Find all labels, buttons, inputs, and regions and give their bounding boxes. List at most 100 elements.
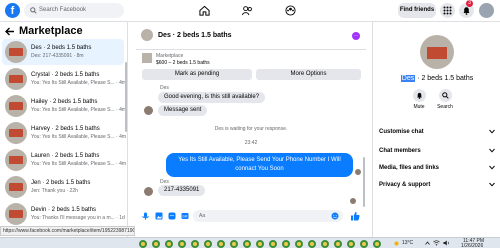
grid-menu-icon (443, 6, 452, 15)
thumbs-up-icon[interactable] (350, 211, 360, 221)
chevron-down-icon (489, 165, 495, 170)
timestamp-divider: 23:42 (244, 140, 258, 146)
message-input-placeholder: Aa (199, 213, 206, 219)
media-files-links-row[interactable]: Media, files and links (379, 165, 495, 171)
taskbar-app-icon[interactable] (334, 240, 342, 248)
incoming-message[interactable]: 217-4335091 (158, 185, 206, 196)
search-placeholder: Search Facebook (39, 7, 87, 13)
gif-icon[interactable]: GIF (181, 212, 189, 220)
taskbar-app-icon[interactable] (243, 240, 251, 248)
listing-thumbnail[interactable] (142, 53, 152, 63)
chat-members-label: Chat members (379, 148, 421, 154)
taskbar-app-icon[interactable] (217, 240, 225, 248)
conversation-item-crystal[interactable]: Crystal · 2 beds 1.5 baths You: Yes Its … (2, 66, 126, 92)
facebook-logo-icon[interactable]: f (5, 3, 20, 18)
taskbar-app-icon[interactable] (178, 240, 186, 248)
conversation-preview: You: Yes Its Still Available, Please S..… (31, 107, 127, 113)
taskbar-app-icon[interactable] (282, 240, 290, 248)
conversation-item-lauren[interactable]: Lauren · 2 beds 1.5 baths You: Yes Its S… (2, 147, 127, 173)
taskbar-app-icon[interactable] (373, 240, 381, 248)
weather-temperature[interactable]: 13°C (402, 240, 413, 246)
info-title: Des · 2 beds 1.5 baths (373, 75, 500, 82)
emoji-icon[interactable] (331, 212, 339, 220)
chevron-down-icon (489, 129, 495, 134)
listing-thumbnail (5, 41, 27, 63)
taskbar-app-icon[interactable] (165, 240, 173, 248)
weather-sun-icon (394, 241, 399, 246)
listing-avatar[interactable] (420, 35, 454, 69)
conversation-item-des[interactable]: Des · 2 beds 1.5 baths Des: 217-4335091 … (2, 39, 124, 65)
conversation-item-harvey[interactable]: Harvey · 2 beds 1.5 baths You: Yes Its S… (2, 120, 127, 146)
image-icon[interactable] (155, 212, 163, 220)
more-options-button[interactable]: More Options (256, 69, 361, 80)
conversation-item-jen[interactable]: Jen · 2 beds 1.5 baths Jen: Thank you · … (2, 174, 124, 200)
find-friends-button[interactable]: Find friends (398, 3, 436, 18)
chat-options-icon[interactable]: ⋯ (352, 32, 360, 40)
taskbar-app-icon[interactable] (321, 240, 329, 248)
chevron-down-icon (489, 182, 495, 187)
conversation-preview: You: Yes Its Still Available, Please S..… (31, 134, 127, 140)
outgoing-message[interactable]: Yes Its Still Available, Please Send You… (166, 153, 353, 177)
customise-chat-row[interactable]: Customise chat (379, 129, 495, 135)
search-facebook-input[interactable]: Search Facebook (24, 3, 124, 18)
conversation-item-hailey[interactable]: Hailey · 2 beds 1.5 baths You: Yes Its S… (2, 93, 127, 119)
read-receipt-avatar (355, 169, 361, 175)
home-icon[interactable] (199, 5, 210, 16)
conversation-name: Crystal · 2 beds 1.5 baths (31, 72, 100, 78)
chat-avatar[interactable] (141, 29, 153, 41)
chat-scrollbar[interactable] (363, 157, 365, 207)
listing-source: Marketplace (156, 53, 184, 59)
taskbar-app-icon[interactable] (360, 240, 368, 248)
conversation-preview: Jen: Thank you · 22h (31, 188, 78, 194)
taskbar-app-icon[interactable] (152, 240, 160, 248)
clock-date[interactable]: 1/26/2026 (461, 243, 483, 249)
message-sender: Des (160, 85, 169, 91)
listing-price[interactable]: $600 – 2 beds 1.5 baths (156, 60, 210, 66)
message-input[interactable]: Aa (193, 210, 343, 222)
sticker-icon[interactable] (168, 212, 176, 220)
taskbar-app-icon[interactable] (230, 240, 238, 248)
sidebar-scrollbar[interactable] (125, 62, 127, 132)
chevron-up-icon[interactable] (425, 241, 430, 245)
taskbar-app-icon[interactable] (256, 240, 264, 248)
privacy-support-row[interactable]: Privacy & support (379, 182, 495, 188)
conversation-item-devin[interactable]: Devin · 2 beds 1.5 baths You: Thanks I'l… (2, 201, 125, 227)
listing-thumbnail (5, 149, 27, 171)
search-icon (441, 92, 449, 99)
conversation-name: Hailey · 2 beds 1.5 baths (31, 99, 98, 105)
chat-members-row[interactable]: Chat members (379, 148, 495, 154)
search-in-conversation-button[interactable]: Search (435, 89, 455, 110)
search-icon (30, 7, 37, 14)
conversation-preview: You: Yes Its Still Available, Please S..… (31, 161, 127, 167)
incoming-message[interactable]: Message sent (158, 105, 208, 116)
privacy-support-label: Privacy & support (379, 182, 431, 188)
listing-thumbnail (5, 68, 27, 90)
mark-as-pending-button[interactable]: Mark as pending (142, 69, 252, 80)
taskbar-app-icon[interactable] (347, 240, 355, 248)
taskbar-app-icon[interactable] (295, 240, 303, 248)
conversation-preview: Des: 217-4335091 · 8m (31, 53, 84, 59)
friends-icon[interactable] (242, 5, 253, 16)
chat-title[interactable]: Des · 2 beds 1.5 baths (158, 32, 232, 39)
conversation-name: Lauren · 2 beds 1.5 baths (31, 153, 100, 159)
conversation-name: Des · 2 beds 1.5 baths (31, 45, 92, 51)
taskbar-app-icon[interactable] (191, 240, 199, 248)
taskbar-app-icon[interactable] (269, 240, 277, 248)
wifi-icon[interactable] (433, 240, 440, 246)
taskbar-app-icon[interactable] (139, 240, 147, 248)
account-avatar[interactable] (479, 3, 494, 18)
conversation-info-panel: Des · 2 beds 1.5 baths Mute Search Custo… (372, 22, 500, 237)
menu-button[interactable] (440, 3, 455, 18)
taskbar-app-icon[interactable] (204, 240, 212, 248)
mute-button[interactable]: Mute (409, 89, 429, 110)
message-composer: GIF Aa (136, 208, 366, 224)
microphone-icon[interactable] (142, 212, 149, 220)
back-arrow-icon[interactable] (5, 27, 15, 36)
volume-icon[interactable] (443, 240, 450, 246)
taskbar-app-icon[interactable] (308, 240, 316, 248)
incoming-message[interactable]: Good evening, is this still available? (158, 92, 266, 103)
listing-thumbnail (5, 95, 27, 117)
listing-thumbnail (5, 122, 27, 144)
divider (136, 49, 366, 50)
groups-icon[interactable] (285, 5, 296, 16)
